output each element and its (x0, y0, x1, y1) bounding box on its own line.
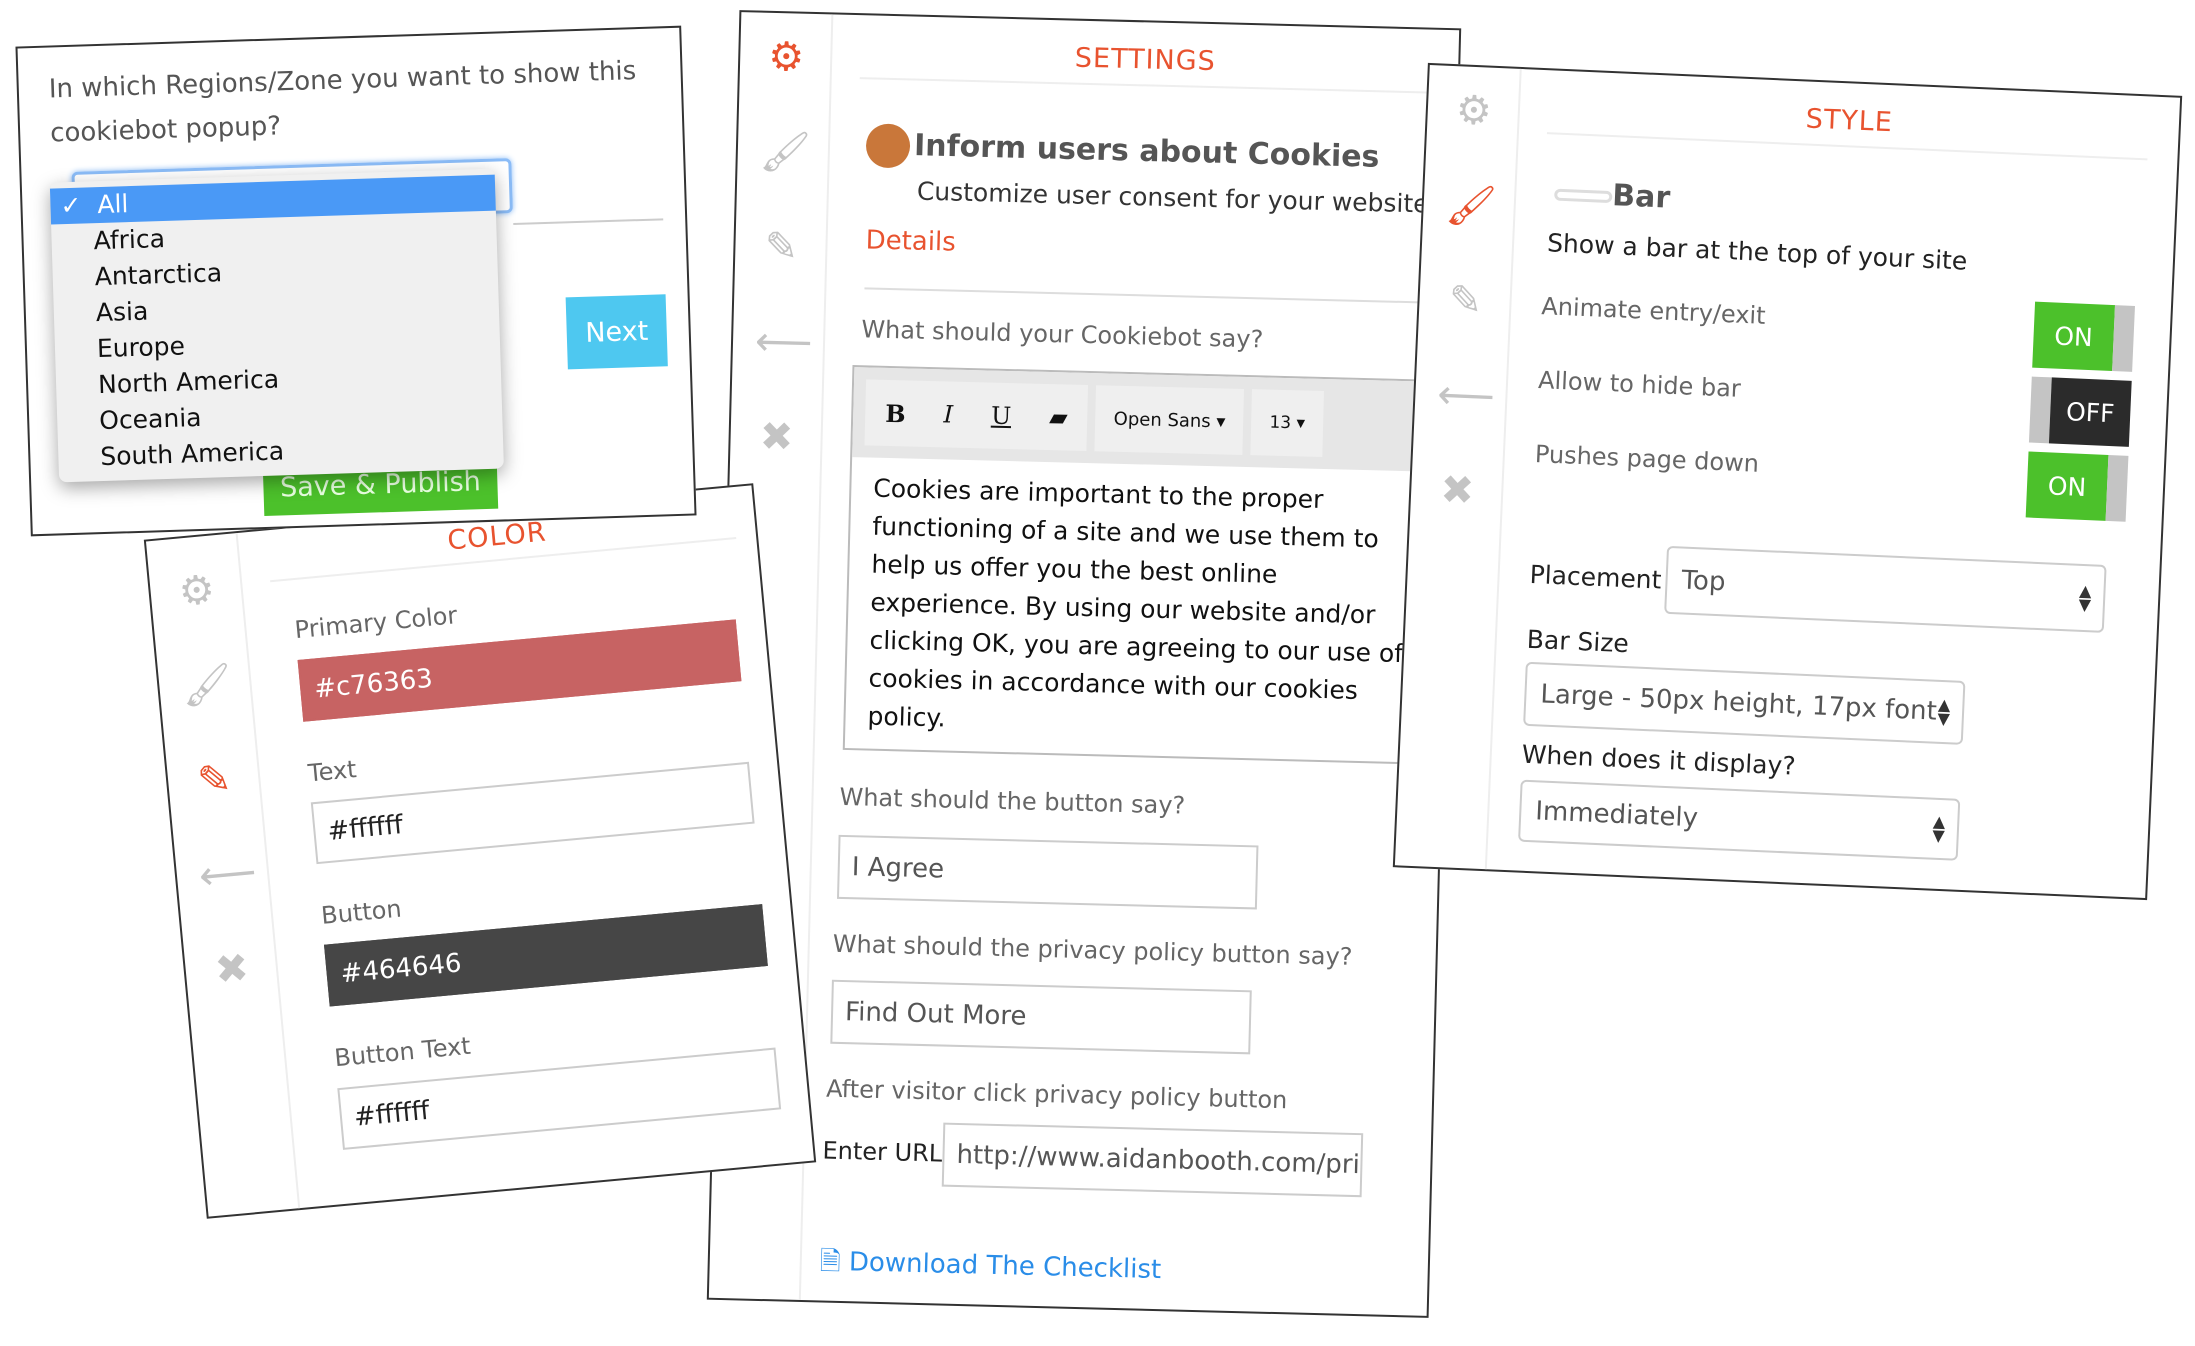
pencil-icon[interactable]: ✎ (188, 754, 240, 806)
text-color-label: Text (306, 755, 358, 788)
gear-icon[interactable]: ⚙ (171, 565, 223, 617)
font-dropdown[interactable]: Open Sans ▾ (1094, 385, 1245, 455)
subtitle: Show a bar at the top of your site (1546, 228, 1968, 276)
brush-icon[interactable]: 🖌 (179, 660, 235, 712)
hide-bar-toggle[interactable]: OFF (2028, 376, 2132, 447)
regions-panel: In which Regions/Zone you want to show t… (15, 25, 697, 537)
next-button[interactable]: Next (565, 294, 668, 370)
gear-icon[interactable]: ⚙ (762, 33, 811, 82)
heading: Bar (1554, 176, 1671, 216)
bold-button[interactable]: B (885, 398, 906, 428)
button-text-input[interactable]: I Agree (836, 834, 1259, 910)
text-color-input[interactable]: #ffffff (310, 761, 755, 865)
heading: Inform users about Cookies (865, 123, 1380, 180)
subtitle: Customize user consent for your website (916, 176, 1429, 219)
panel-title: STYLE (1805, 103, 1894, 139)
pencil-icon[interactable]: ✎ (757, 223, 806, 272)
close-icon[interactable]: ✖ (752, 413, 801, 462)
pencil-icon[interactable]: ✎ (1441, 276, 1491, 326)
toggle-label: Pushes page down (1534, 439, 1760, 478)
url-input[interactable]: http://www.aidanbooth.com/pri (941, 1122, 1364, 1198)
say-label: What should your Cookiebot say? (861, 315, 1264, 354)
placement-label: Placement (1529, 559, 1663, 595)
arrow-left-icon[interactable]: ⟵ (754, 318, 812, 367)
close-icon[interactable]: ✖ (1432, 466, 1482, 516)
placement-select[interactable]: Top ▲ ▼ (1664, 545, 2107, 633)
primary-color-label: Primary Color (293, 601, 459, 645)
arrow-left-icon[interactable]: ⟵ (197, 849, 258, 901)
details-link[interactable]: Details (865, 225, 956, 257)
underline-button[interactable]: U (991, 402, 1012, 431)
download-link[interactable]: 🗎 Download The Checklist (819, 1243, 1161, 1296)
cookie-icon (865, 123, 911, 169)
display-label: When does it display? (1521, 739, 1797, 781)
privacy-text-input[interactable]: Find Out More (830, 979, 1252, 1055)
gear-icon[interactable]: ⚙ (1449, 86, 1499, 136)
display-select[interactable]: Immediately ▲ ▼ (1518, 779, 1961, 861)
bar-icon (1554, 188, 1613, 203)
document-icon: 🗎 (819, 1246, 842, 1278)
button-label: What should the button say? (839, 782, 1186, 820)
region-dropdown-list[interactable]: ✓ All Africa Antarctica Asia Europe Nort… (49, 168, 504, 483)
style-panel: ⚙ 🖌 ✎ ⟵ ✖ STYLE Bar Show a bar at the to… (1392, 62, 2183, 901)
italic-button[interactable]: I (943, 400, 953, 428)
toggle-label: Allow to hide bar (1537, 366, 1742, 403)
size-dropdown[interactable]: 13 ▾ (1250, 389, 1324, 457)
eraser-icon[interactable]: ▰ (1049, 403, 1068, 431)
push-down-toggle[interactable]: ON (2025, 451, 2129, 522)
color-panel: ⚙ 🖌 ✎ ⟵ ✖ COLOR Primary Color #c76363 Te… (143, 483, 817, 1219)
url-label: Enter URL (822, 1136, 943, 1168)
close-icon[interactable]: ✖ (206, 943, 258, 995)
editor-toolbar: B I U ▰ Open Sans ▾ 13 ▾ (852, 367, 1451, 473)
toggle-label: Animate entry/exit (1540, 292, 1767, 330)
arrow-left-icon[interactable]: ⟵ (1436, 371, 1495, 421)
settings-panel: ⚙ 🖌 ✎ ⟵ ✖ SETTINGS Inform users about Co… (706, 10, 1462, 1318)
check-icon: ✓ (60, 190, 82, 221)
after-label: After visitor click privacy policy butto… (825, 1074, 1288, 1115)
animate-toggle[interactable]: ON (2032, 301, 2135, 372)
brush-icon[interactable]: 🖌 (1445, 181, 1498, 231)
panel-title: SETTINGS (1074, 42, 1217, 78)
bar-size-select[interactable]: Large - 50px height, 17px font ▲ ▼ (1523, 661, 1966, 745)
editor-body[interactable]: Cookies are important to the proper func… (845, 457, 1448, 762)
bar-size-label: Bar Size (1526, 624, 1630, 659)
button-color-label: Button (320, 894, 403, 930)
sidebar: ⚙ 🖌 ✎ ⟵ ✖ (145, 533, 301, 1217)
privacy-label: What should the privacy policy button sa… (832, 929, 1353, 971)
button-text-color-label: Button Text (333, 1031, 472, 1073)
brush-icon[interactable]: 🖌 (759, 128, 811, 177)
regions-question: In which Regions/Zone you want to show t… (48, 56, 637, 149)
rich-text-editor[interactable]: B I U ▰ Open Sans ▾ 13 ▾ Cookies are imp… (842, 365, 1453, 766)
